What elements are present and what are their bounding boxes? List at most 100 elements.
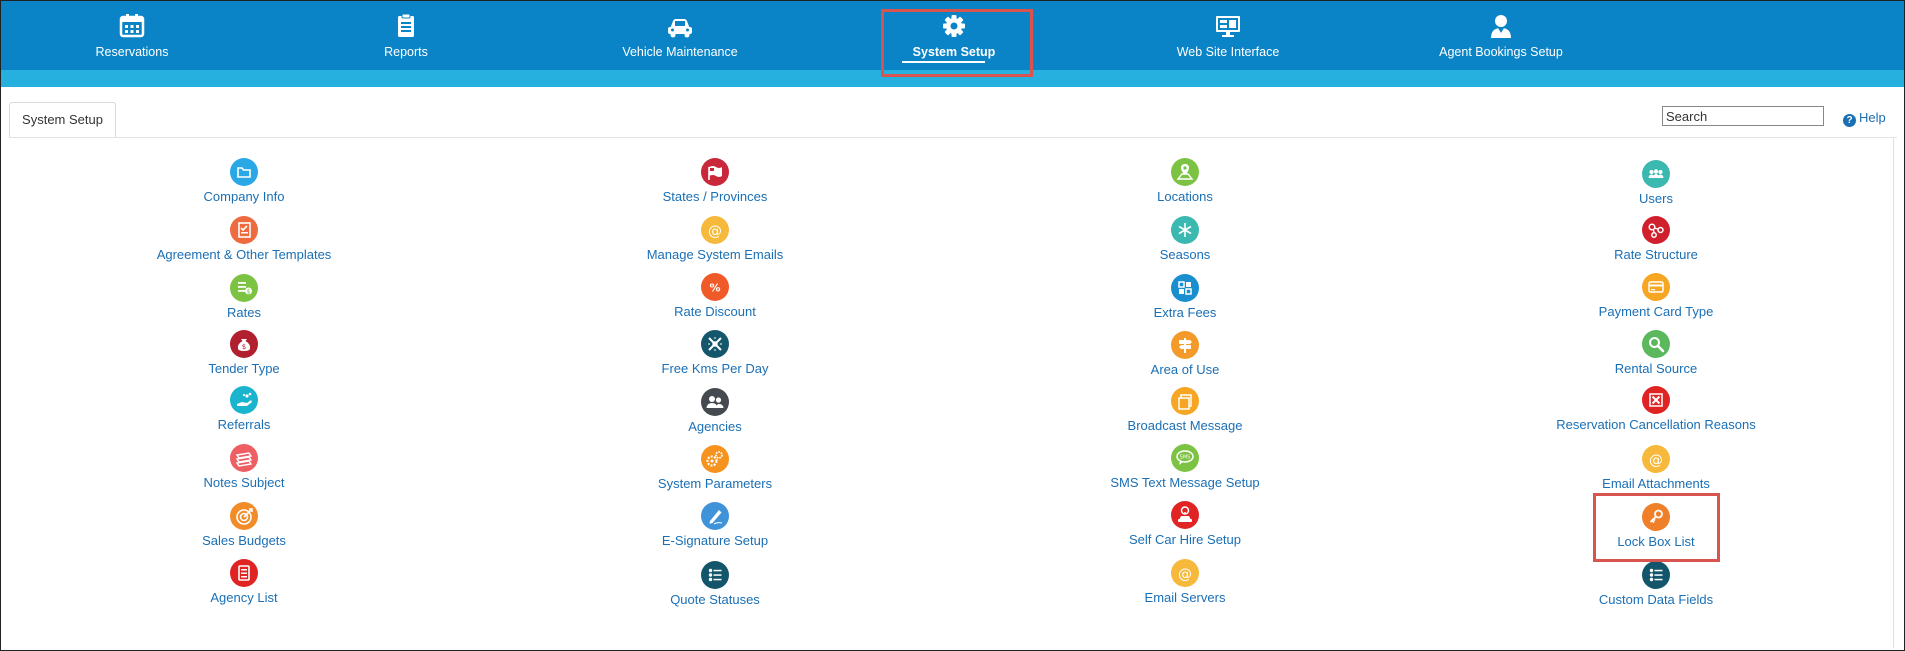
setup-area-of-use[interactable]: Area of Use (1035, 331, 1335, 387)
sms-bubble-icon: SMS (1171, 444, 1199, 472)
car-key-icon (1171, 501, 1199, 529)
setup-rates[interactable]: $ Rates (94, 274, 394, 330)
svg-text:SMS: SMS (1180, 455, 1191, 461)
road-icon (701, 330, 729, 358)
setup-item-label: Rate Structure (1614, 247, 1698, 262)
setup-item-label: Agencies (688, 419, 742, 434)
at-sign-icon: @ (701, 216, 729, 244)
setup-sms-text-message-setup[interactable]: SMS SMS Text Message Setup (1035, 444, 1335, 500)
setup-item-label: E-Signature Setup (661, 533, 769, 548)
setup-referrals[interactable]: Referrals (94, 386, 394, 442)
setup-e-signature-setup[interactable]: E-Signature Setup (565, 502, 865, 558)
nav-web-site-interface[interactable]: Web Site Interface (1138, 1, 1318, 70)
group-icon (701, 388, 729, 416)
search-input[interactable] (1662, 106, 1824, 126)
setup-item-label: Rates (227, 305, 261, 320)
cancel-x-icon (1642, 386, 1670, 414)
svg-text:%: % (709, 282, 720, 295)
setup-item-label: Tender Type (208, 361, 280, 376)
checklist-icon (230, 216, 258, 244)
setup-extra-fees[interactable]: Extra Fees (1035, 274, 1335, 330)
nav-label: Web Site Interface (1176, 45, 1280, 59)
nav-vehicle-maintenance[interactable]: Vehicle Maintenance (590, 1, 770, 70)
setup-custom-data-fields[interactable]: Custom Data Fields (1506, 561, 1806, 617)
setup-quote-statuses[interactable]: Quote Statuses (565, 561, 865, 617)
setup-item-label: Rental Source (1614, 361, 1698, 376)
status-list-icon (701, 561, 729, 589)
setup-item-label: Extra Fees (1153, 305, 1217, 320)
svg-text:@: @ (1649, 453, 1663, 469)
setup-item-label: Notes Subject (203, 475, 285, 490)
setup-manage-system-emails[interactable]: @ Manage System Emails (565, 216, 865, 272)
at-sign-icon: @ (1642, 445, 1670, 473)
setup-item-label: Payment Card Type (1598, 304, 1714, 319)
dollar-list-icon: $ (230, 274, 258, 302)
setup-item-label: Broadcast Message (1127, 418, 1243, 433)
setup-seasons[interactable]: Seasons (1035, 216, 1335, 272)
svg-text:@: @ (708, 224, 722, 240)
setup-sales-budgets[interactable]: Sales Budgets (94, 502, 394, 558)
setup-email-servers[interactable]: @ Email Servers (1035, 559, 1335, 615)
setup-item-label: Free Kms Per Day (661, 361, 769, 376)
setup-states-provinces[interactable]: States / Provinces (565, 158, 865, 214)
setup-item-label: Agreement & Other Templates (156, 247, 332, 262)
setup-agency-list[interactable]: Agency List (94, 559, 394, 615)
setup-tender-type[interactable]: $ Tender Type (94, 330, 394, 386)
setup-rental-source[interactable]: Rental Source (1506, 330, 1806, 386)
setup-reservation-cancellation-reasons[interactable]: Reservation Cancellation Reasons (1506, 386, 1806, 442)
agent-icon (1491, 15, 1511, 38)
nav-label: Reports (384, 45, 428, 59)
setup-payment-card-type[interactable]: Payment Card Type (1506, 273, 1806, 329)
help-label: Help (1859, 110, 1886, 125)
snowflake-icon (1171, 216, 1199, 244)
tab-system-setup[interactable]: System Setup (9, 102, 116, 138)
setup-item-label: Self Car Hire Setup (1129, 532, 1241, 547)
nav-reservations[interactable]: Reservations (42, 1, 222, 70)
setup-rate-discount[interactable]: % Rate Discount (565, 273, 865, 329)
tab-divider (9, 137, 1897, 138)
content-border (1893, 138, 1894, 648)
setup-item-label: Seasons (1159, 247, 1211, 262)
highlight-box (881, 9, 1033, 77)
setup-item-label: Rate Discount (674, 304, 756, 319)
map-pin-icon (1171, 158, 1199, 186)
setup-system-parameters[interactable]: System Parameters (565, 445, 865, 501)
grid-icon (1171, 274, 1199, 302)
setup-item-label: Custom Data Fields (1598, 592, 1714, 607)
target-icon (230, 502, 258, 530)
setup-self-car-hire-setup[interactable]: Self Car Hire Setup (1035, 501, 1335, 557)
setup-agencies[interactable]: Agencies (565, 388, 865, 444)
money-bag-icon: $ (230, 330, 258, 358)
setup-item-label: Locations (1157, 189, 1213, 204)
setup-broadcast-message[interactable]: Broadcast Message (1035, 387, 1335, 443)
setup-item-label: Sales Budgets (202, 533, 286, 548)
setup-users[interactable]: Users (1506, 160, 1806, 216)
setup-company-info[interactable]: Company Info (94, 158, 394, 214)
nav-label: Agent Bookings Setup (1439, 45, 1563, 59)
nav-reports[interactable]: Reports (316, 1, 496, 70)
at-sign-icon: @ (1171, 559, 1199, 587)
nav-label: Vehicle Maintenance (622, 45, 738, 59)
notes-stack-icon (230, 444, 258, 472)
setup-item-label: States / Provinces (662, 189, 768, 204)
setup-agreement-templates[interactable]: Agreement & Other Templates (94, 216, 394, 272)
nav-agent-bookings-setup[interactable]: Agent Bookings Setup (1411, 1, 1591, 70)
setup-free-kms-per-day[interactable]: Free Kms Per Day (565, 330, 865, 386)
calendar-icon (119, 14, 145, 38)
status-list-icon (1642, 561, 1670, 589)
setup-item-label: SMS Text Message Setup (1110, 475, 1260, 490)
setup-notes-subject[interactable]: Notes Subject (94, 444, 394, 500)
setup-item-label: Users (1639, 191, 1673, 206)
folder-icon (230, 158, 258, 186)
credit-card-icon (1642, 273, 1670, 301)
setup-item-label: System Parameters (657, 476, 773, 491)
help-icon: ? (1843, 114, 1856, 127)
car-icon (668, 19, 692, 38)
setup-item-label: Email Attachments (1602, 476, 1710, 491)
setup-locations[interactable]: Locations (1035, 158, 1335, 214)
help-link[interactable]: ? Help (1843, 110, 1886, 127)
flag-icon (701, 158, 729, 186)
hand-share-icon (230, 386, 258, 414)
setup-rate-structure[interactable]: Rate Structure (1506, 216, 1806, 272)
users-icon (1642, 160, 1670, 188)
